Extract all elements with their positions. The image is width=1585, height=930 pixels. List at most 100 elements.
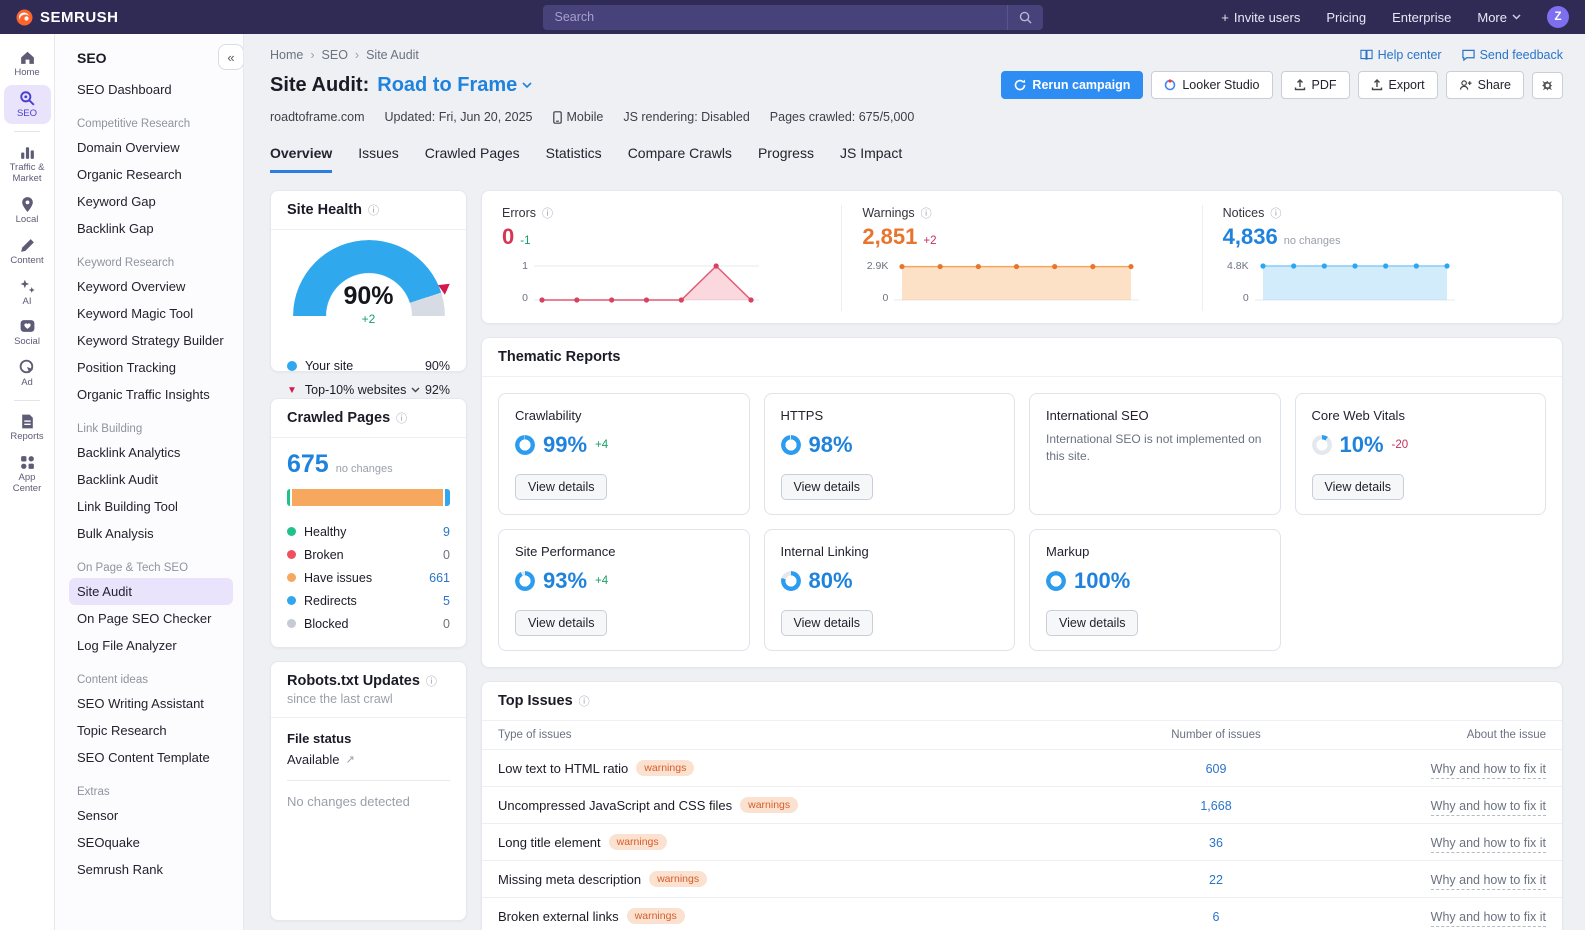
legend-dot-icon [287,596,296,605]
more-menu[interactable]: More [1477,10,1521,25]
issue-count-link[interactable]: 22 [1209,873,1223,887]
legend-count[interactable]: 5 [443,594,450,608]
issue-count-link[interactable]: 6 [1213,910,1220,924]
sidebar-item[interactable]: Link Building Tool [69,493,233,520]
issue-count-link[interactable]: 36 [1209,836,1223,850]
sidebar-item[interactable]: Organic Research [69,161,233,188]
sidebar-item[interactable]: SEOquake [69,829,233,856]
mobile-icon [553,111,562,124]
sidebar-item[interactable]: Semrush Rank [69,856,233,883]
sidebar-item[interactable]: Organic Traffic Insights [69,381,233,408]
help-center-link[interactable]: Help center [1360,48,1442,62]
settings-button[interactable] [1532,72,1563,99]
sidebar-item[interactable]: Position Tracking [69,354,233,381]
sidebar-item[interactable]: Keyword Research [69,255,233,273]
sidebar-item[interactable]: Keyword Overview [69,273,233,300]
rail-item-seo[interactable]: SEO [4,85,51,124]
view-details-button[interactable]: View details [515,610,607,636]
breadcrumb-site-audit[interactable]: Site Audit [366,48,419,62]
sidebar-item[interactable]: Competitive Research [69,116,233,134]
report-tab[interactable]: Issues [358,145,398,173]
sidebar-collapse-button[interactable]: « [218,44,244,70]
rail-item-home[interactable]: Home [4,44,51,83]
looker-studio-button[interactable]: Looker Studio [1151,71,1272,99]
view-details-button[interactable]: View details [515,474,607,500]
view-details-button[interactable]: View details [781,610,873,636]
sidebar-item[interactable]: Keyword Strategy Builder [69,327,233,354]
export-button[interactable]: Export [1358,71,1438,99]
info-icon[interactable]: ⓘ [579,693,590,709]
breadcrumb-home[interactable]: Home [270,48,303,62]
view-details-button[interactable]: View details [1312,474,1404,500]
pricing-link[interactable]: Pricing [1326,10,1366,25]
breadcrumb-seo[interactable]: SEO [322,48,348,62]
enterprise-link[interactable]: Enterprise [1392,10,1451,25]
sidebar-item[interactable]: Backlink Gap [69,215,233,242]
sidebar-item[interactable]: Backlink Audit [69,466,233,493]
sidebar-item[interactable]: Log File Analyzer [69,632,233,659]
why-how-to-fix-link[interactable]: Why and how to fix it [1431,910,1546,927]
rail-item-content[interactable]: Content [4,232,51,271]
rail-item-traffic-market[interactable]: Traffic & Market [4,139,51,189]
info-icon[interactable]: ⓘ [426,673,437,689]
sidebar-item[interactable]: On Page & Tech SEO [69,560,233,578]
rail-item-local[interactable]: Local [4,191,51,230]
search-submit-button[interactable] [1007,5,1043,30]
issue-count-link[interactable]: 609 [1206,762,1227,776]
external-link-icon[interactable]: ↗ [346,753,355,766]
rail-item-ai[interactable]: AI [4,273,51,312]
sidebar-item[interactable]: Sensor [69,802,233,829]
sidebar-item[interactable]: Extras [69,784,233,802]
pdf-button[interactable]: PDF [1281,71,1350,99]
why-how-to-fix-link[interactable]: Why and how to fix it [1431,873,1546,890]
sidebar-item[interactable]: On Page SEO Checker [69,605,233,632]
search-input[interactable] [543,5,1007,30]
report-tab[interactable]: Crawled Pages [425,145,520,173]
sidebar-item[interactable]: SEO Dashboard [69,76,233,103]
info-icon[interactable]: ⓘ [1270,205,1281,221]
red-triangle-icon: ▼ [287,385,297,396]
view-details-button[interactable]: View details [1046,610,1138,636]
share-button[interactable]: Share [1446,71,1524,99]
sidebar-item[interactable]: Topic Research [69,717,233,744]
report-tab[interactable]: Progress [758,145,814,173]
sidebar-item[interactable]: Content ideas [69,672,233,690]
report-tab[interactable]: Compare Crawls [628,145,732,173]
semrush-logo[interactable]: SEMRUSH [16,9,119,26]
why-how-to-fix-link[interactable]: Why and how to fix it [1431,762,1546,779]
view-details-button[interactable]: View details [781,474,873,500]
info-icon[interactable]: ⓘ [921,205,932,221]
sidebar-item[interactable]: SEO Content Template [69,744,233,771]
sidebar-item[interactable]: Backlink Analytics [69,439,233,466]
rerun-campaign-button[interactable]: Rerun campaign [1001,71,1143,99]
sidebar-item[interactable]: SEO Writing Assistant [69,690,233,717]
issue-count-link[interactable]: 1,668 [1200,799,1231,813]
rail-item-ad[interactable]: Ad [4,354,51,393]
project-selector[interactable]: Road to Frame [377,74,532,97]
send-feedback-link[interactable]: Send feedback [1462,48,1563,62]
info-icon[interactable]: ⓘ [542,205,553,221]
report-tab[interactable]: Statistics [546,145,602,173]
sidebar-item[interactable]: Link Building [69,421,233,439]
sidebar-item[interactable]: Keyword Gap [69,188,233,215]
report-tab[interactable]: Overview [270,145,332,173]
legend-count[interactable]: 0 [443,617,450,631]
user-avatar[interactable]: Z [1547,6,1569,28]
rail-item-app-center[interactable]: App Center [4,449,51,499]
rail-item-social[interactable]: Social [4,313,51,352]
why-how-to-fix-link[interactable]: Why and how to fix it [1431,799,1546,816]
invite-users-link[interactable]: +Invite users [1221,10,1300,25]
sidebar-item[interactable]: Keyword Magic Tool [69,300,233,327]
global-search[interactable] [543,5,1043,30]
info-icon[interactable]: ⓘ [396,410,407,426]
info-icon[interactable]: ⓘ [368,202,379,218]
legend-count[interactable]: 9 [443,525,450,539]
why-how-to-fix-link[interactable]: Why and how to fix it [1431,836,1546,853]
rail-item-reports[interactable]: Reports [4,408,51,447]
legend-count[interactable]: 661 [429,571,450,585]
sidebar-item[interactable]: Bulk Analysis [69,520,233,547]
sidebar-item[interactable]: Domain Overview [69,134,233,161]
legend-count[interactable]: 0 [443,548,450,562]
sidebar-item[interactable]: Site Audit [69,578,233,605]
report-tab[interactable]: JS Impact [840,145,902,173]
